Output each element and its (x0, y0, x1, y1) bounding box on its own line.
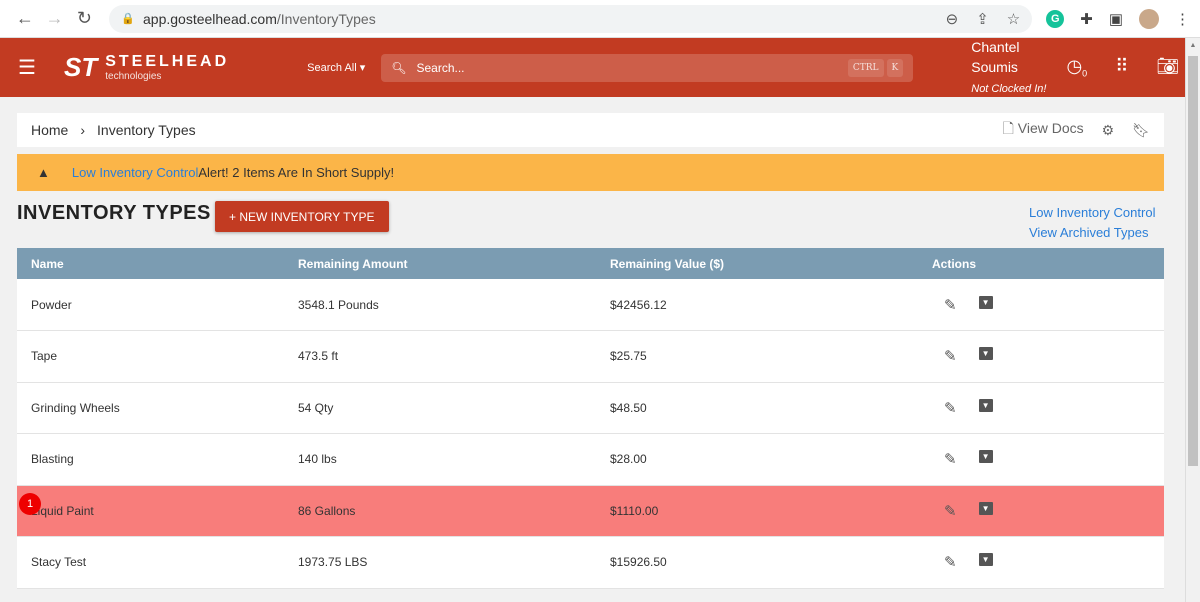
hamburger-icon[interactable]: ☰ (18, 55, 42, 80)
lock-icon: 🔒 (121, 13, 135, 25)
profile-avatar[interactable] (1139, 8, 1159, 29)
reload-icon[interactable]: ↻ (70, 8, 100, 29)
edit-pencil-icon[interactable]: ✎ (944, 450, 957, 468)
logo-mark-icon: ST (64, 52, 98, 82)
cell-value: $28.00 (596, 433, 918, 486)
archive-icon[interactable]: ▼ (978, 553, 993, 567)
table-row[interactable]: Powder 3548.1 Pounds $42456.12 ✎ ▼ (17, 279, 1164, 331)
low-inventory-link[interactable]: Low Inventory Control (72, 165, 198, 180)
logo[interactable]: ST STEELHEAD technologies (64, 52, 229, 83)
clock-icon[interactable]: ◷0 (1066, 56, 1087, 79)
browser-toolbar: ← → ↻ 🔒 app.gosteelhead.com/InventoryTyp… (0, 0, 1200, 38)
grammarly-icon[interactable]: G (1046, 9, 1065, 28)
edit-pencil-icon[interactable]: ✎ (944, 399, 957, 417)
cell-name: Tape (17, 330, 284, 383)
column-header-amount[interactable]: Remaining Amount (284, 248, 596, 279)
forward-icon[interactable]: → (40, 8, 70, 29)
warning-icon: ▲ (37, 165, 50, 180)
cell-amount: 54 Qty (284, 382, 596, 434)
low-inventory-control-link[interactable]: Low Inventory Control (1029, 205, 1155, 220)
gear-icon[interactable]: ⚙ (1102, 122, 1115, 139)
archive-icon[interactable]: ▼ (978, 347, 993, 361)
search-scope-select[interactable]: Search All ▾ (307, 61, 365, 74)
column-header-value[interactable]: Remaining Value ($) (596, 248, 918, 279)
search-icon: 🔍︎ (391, 60, 407, 75)
breadcrumb-home[interactable]: Home (31, 122, 68, 138)
archive-icon[interactable]: ▼ (978, 295, 993, 309)
menu-icon[interactable]: ⋮ (1175, 10, 1190, 28)
camera-icon[interactable]: 📷︎ (1156, 56, 1179, 79)
archive-icon[interactable]: ▼ (978, 450, 993, 464)
share-icon[interactable]: ⇪ (976, 10, 989, 28)
bookmark-icon[interactable]: 🔖︎ (1132, 122, 1150, 139)
edit-pencil-icon[interactable]: ✎ (944, 502, 957, 520)
kbd-ctrl: CTRL (847, 58, 884, 77)
cell-value: $1110.00 (596, 485, 918, 537)
cell-amount: 1973.75 LBS (284, 536, 596, 589)
address-bar[interactable]: 🔒 app.gosteelhead.com/InventoryTypes ⊖ ⇪ ☆ (109, 4, 1033, 33)
cell-value: $42456.12 (596, 279, 918, 331)
table-row[interactable]: Blasting 140 lbs $28.00 ✎ ▼ (17, 433, 1164, 486)
cell-value: $48.50 (596, 382, 918, 434)
cell-name: Grinding Wheels (17, 382, 284, 434)
low-inventory-alert: ▲ Low Inventory Control Alert! 2 Items A… (17, 154, 1164, 191)
table-row[interactable]: Liquid Paint 86 Gallons $1110.00 ✎ ▼ (17, 485, 1164, 537)
document-icon: 🗋 (1002, 120, 1014, 136)
cell-name: Powder (17, 279, 284, 331)
cell-amount: 86 Gallons (284, 485, 596, 537)
cell-name: Liquid Paint (17, 485, 284, 537)
user-info[interactable]: Chantel Soumis Not Clocked In! (971, 37, 1046, 99)
apps-grid-icon[interactable]: ⠿ (1115, 56, 1128, 79)
table-row[interactable]: Grinding Wheels 54 Qty $48.50 ✎ ▼ (17, 382, 1164, 434)
cell-amount: 473.5 ft (284, 330, 596, 383)
column-header-actions: Actions (918, 248, 1164, 279)
cell-amount: 140 lbs (284, 433, 596, 486)
table-row[interactable]: Tape 473.5 ft $25.75 ✎ ▼ (17, 330, 1164, 383)
search-input[interactable]: 🔍︎ Search... CTRL K (381, 53, 914, 82)
kbd-k: K (886, 58, 904, 77)
view-archived-types-link[interactable]: View Archived Types (1029, 225, 1148, 240)
chevron-right-icon: › (80, 122, 86, 138)
cell-name: Stacy Test (17, 536, 284, 589)
scrollbar[interactable]: ▲ (1185, 38, 1200, 602)
breadcrumb: Home › Inventory Types 🗋 View Docs ⚙ 🔖︎ (17, 113, 1164, 147)
archive-icon[interactable]: ▼ (978, 501, 993, 515)
edit-pencil-icon[interactable]: ✎ (944, 296, 957, 314)
back-icon[interactable]: ← (10, 8, 40, 29)
view-docs-button[interactable]: 🗋 View Docs (1003, 118, 1084, 142)
archive-icon[interactable]: ▼ (978, 398, 993, 412)
breadcrumb-current: Inventory Types (97, 122, 196, 138)
cell-name: Blasting (17, 433, 284, 486)
app-header: ☰ ST STEELHEAD technologies Search All ▾ … (0, 38, 1185, 97)
page-title: INVENTORY TYPES (17, 202, 211, 224)
star-icon[interactable]: ☆ (1007, 10, 1020, 28)
column-header-name[interactable]: Name (17, 248, 284, 279)
edit-pencil-icon[interactable]: ✎ (944, 347, 957, 365)
table-row[interactable]: Stacy Test 1973.75 LBS $15926.50 ✎ ▼ (17, 536, 1164, 589)
cell-value: $15926.50 (596, 536, 918, 589)
new-inventory-type-button[interactable]: + NEW INVENTORY TYPE (215, 201, 389, 232)
cell-value: $25.75 (596, 330, 918, 383)
edit-pencil-icon[interactable]: ✎ (944, 553, 957, 571)
zoom-icon[interactable]: ⊖ (946, 10, 959, 28)
extensions-icon[interactable]: ✚ (1080, 10, 1093, 28)
sidepanel-icon[interactable]: ▣ (1109, 10, 1123, 28)
inventory-table: Name Remaining Amount Remaining Value ($… (17, 248, 1164, 589)
step-badge: 1 (19, 493, 41, 515)
cell-amount: 3548.1 Pounds (284, 279, 596, 331)
